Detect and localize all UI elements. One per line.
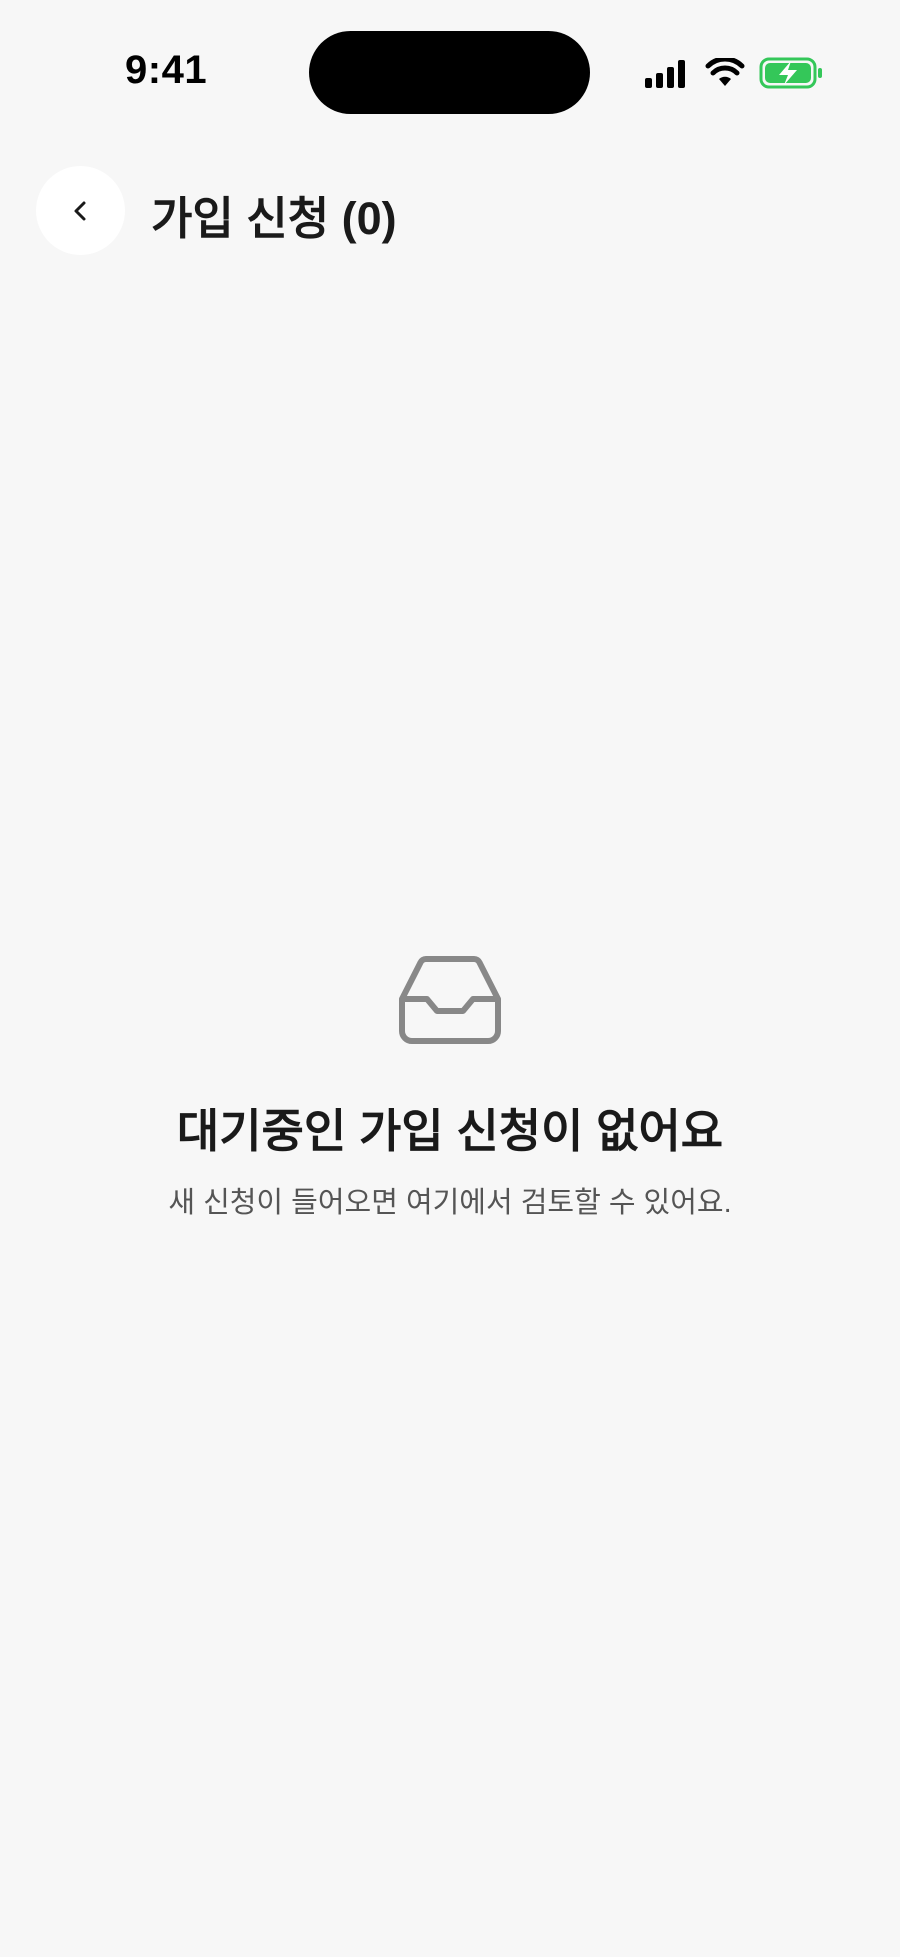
battery-charging-icon [759,57,822,89]
status-time: 9:41 [125,48,208,92]
inbox-icon [399,956,501,1044]
status-bar: 9:41 [0,0,900,150]
dynamic-island [309,31,590,114]
empty-state-subtitle: 새 신청이 들어오면 여기에서 검토할 수 있어요. [168,1187,732,1219]
wifi-icon [705,58,745,86]
cellular-signal-icon [645,60,685,88]
status-icons [645,56,825,90]
empty-state: 대기중인 가입 신청이 없어요 새 신청이 들어오면 여기에서 검토할 수 있어… [0,955,900,1221]
chevron-left-icon [74,201,85,220]
back-button[interactable] [36,166,125,255]
page-title: 가입 신청 (0) [151,193,397,244]
empty-state-title: 대기중인 가입 신청이 없어요 [176,1105,724,1157]
